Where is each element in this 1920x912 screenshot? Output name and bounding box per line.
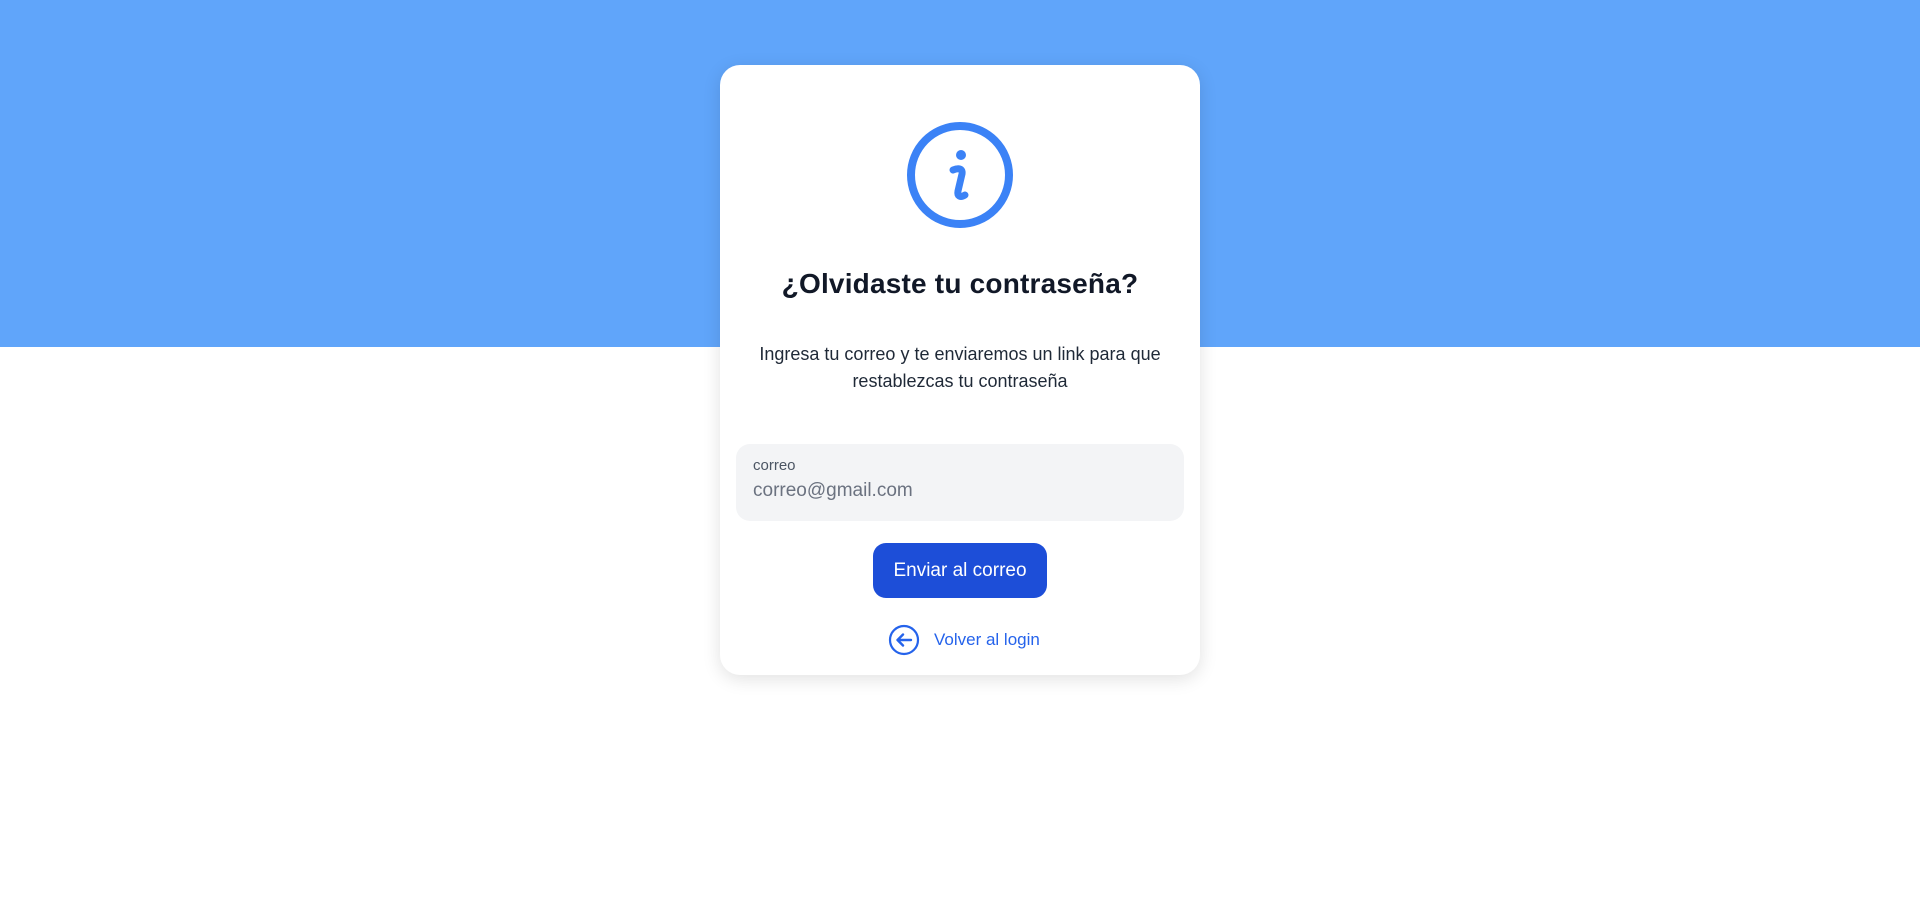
page-title: ¿Olvidaste tu contraseña? — [781, 268, 1139, 299]
send-email-button[interactable]: Enviar al correo — [873, 543, 1047, 598]
arrow-left-circle-icon — [888, 624, 920, 656]
email-field[interactable]: correo — [736, 444, 1184, 521]
instructions-line-2: restablezcas tu contraseña — [852, 371, 1068, 391]
instructions-line-1: Ingresa tu correo y te enviaremos un lin… — [759, 344, 1161, 364]
back-to-login-link[interactable]: Volver al login — [888, 624, 1040, 656]
email-field-label: correo — [753, 457, 796, 474]
back-to-login-label: Volver al login — [934, 630, 1040, 649]
info-circle-icon — [906, 121, 1014, 229]
email-input[interactable] — [753, 480, 1167, 502]
instructions-text: Ingresa tu correo y te enviaremos un lin… — [740, 341, 1180, 395]
forgot-password-card: ¿Olvidaste tu contraseña? Ingresa tu cor… — [720, 65, 1200, 675]
